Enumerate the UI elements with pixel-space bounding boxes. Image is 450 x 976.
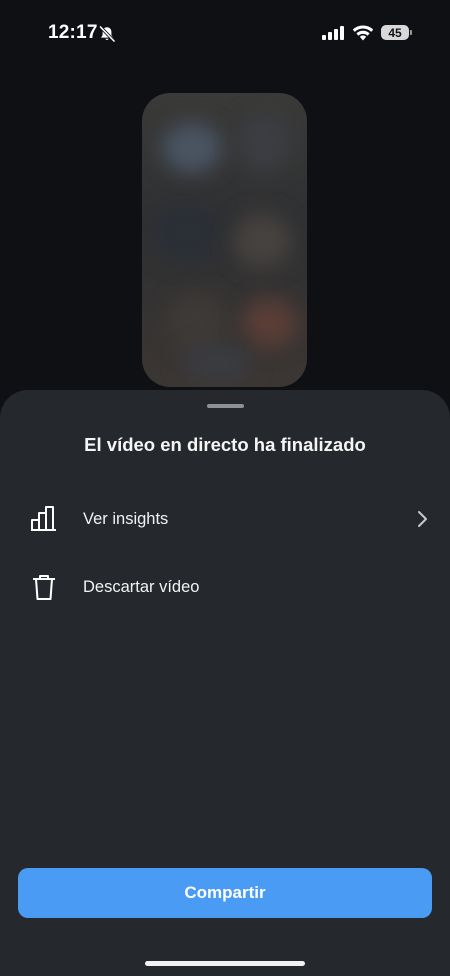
bar-chart-icon: [31, 506, 56, 531]
view-insights-row[interactable]: Ver insights: [0, 491, 450, 547]
view-insights-label: Ver insights: [83, 509, 169, 528]
battery-nub: [410, 30, 412, 35]
share-button[interactable]: Compartir: [18, 868, 432, 918]
chevron-right-icon: [418, 511, 427, 527]
trash-icon: [33, 575, 55, 600]
battery-icon: 45: [381, 25, 409, 40]
status-time: 12:17: [48, 22, 98, 43]
home-indicator: [145, 961, 305, 966]
video-preview-thumbnail: [142, 93, 307, 387]
cellular-signal-icon: [322, 26, 344, 40]
screen: 12:17 45 El vídeo en directo ha finaliza…: [0, 0, 450, 976]
sheet-drag-handle[interactable]: [207, 404, 244, 408]
battery-level: 45: [388, 25, 402, 40]
status-bar: 12:17 45: [0, 0, 450, 66]
bottom-sheet: El vídeo en directo ha finalizado Ver in…: [0, 390, 450, 976]
sheet-title: El vídeo en directo ha finalizado: [84, 434, 366, 455]
wifi-icon: [352, 25, 374, 41]
discard-video-label: Descartar vídeo: [83, 577, 200, 596]
discard-video-row[interactable]: Descartar vídeo: [0, 559, 450, 615]
bell-slash-icon: [99, 25, 116, 43]
